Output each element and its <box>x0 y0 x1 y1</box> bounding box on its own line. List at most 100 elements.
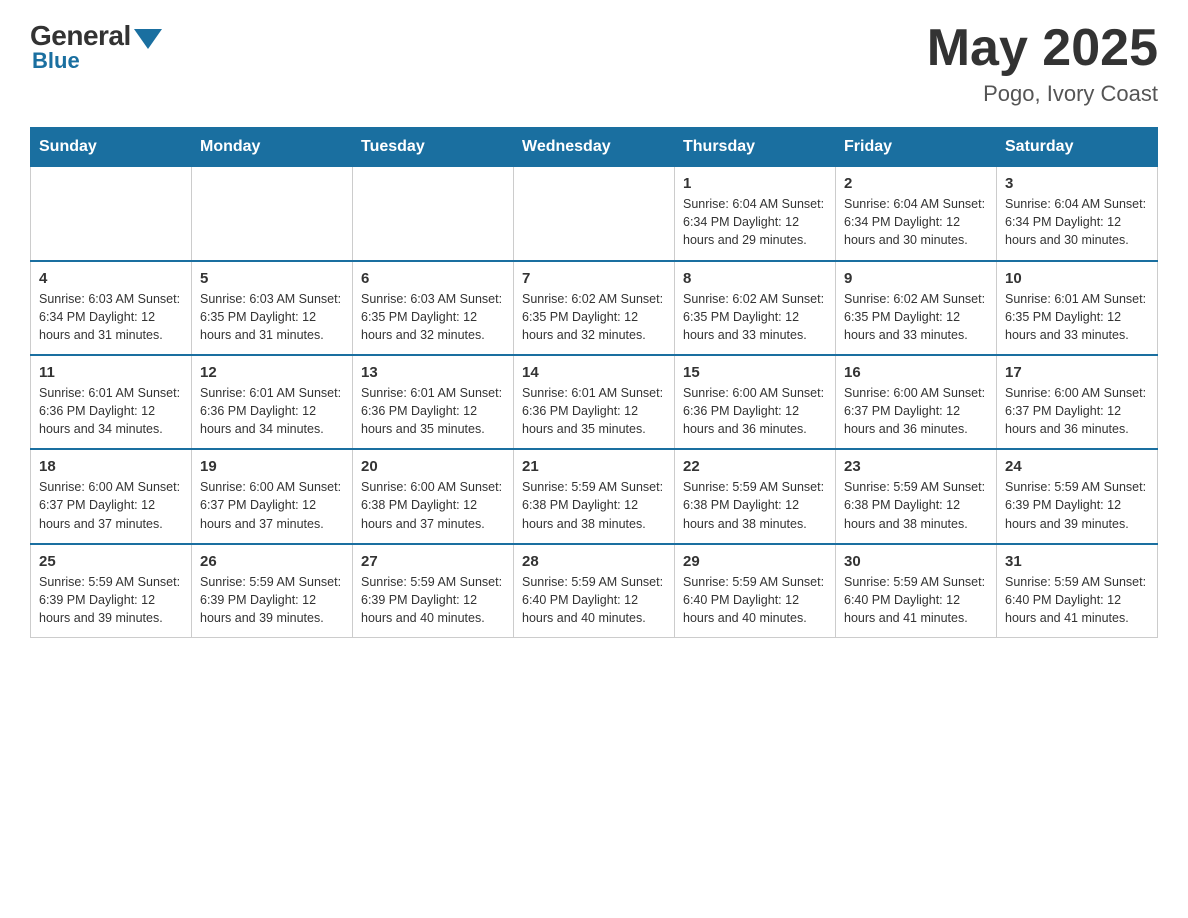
day-number: 1 <box>683 175 827 192</box>
day-info: Sunrise: 6:02 AM Sunset: 6:35 PM Dayligh… <box>522 290 666 344</box>
day-info: Sunrise: 6:00 AM Sunset: 6:36 PM Dayligh… <box>683 384 827 438</box>
day-info: Sunrise: 5:59 AM Sunset: 6:40 PM Dayligh… <box>1005 573 1149 627</box>
day-info: Sunrise: 5:59 AM Sunset: 6:38 PM Dayligh… <box>844 478 988 532</box>
day-number: 12 <box>200 364 344 381</box>
day-number: 2 <box>844 175 988 192</box>
day-info: Sunrise: 6:02 AM Sunset: 6:35 PM Dayligh… <box>844 290 988 344</box>
day-info: Sunrise: 6:04 AM Sunset: 6:34 PM Dayligh… <box>1005 195 1149 249</box>
day-number: 4 <box>39 270 183 287</box>
day-info: Sunrise: 6:01 AM Sunset: 6:36 PM Dayligh… <box>200 384 344 438</box>
calendar-cell: 13 Sunrise: 6:01 AM Sunset: 6:36 PM Dayli… <box>353 355 514 449</box>
day-number: 22 <box>683 458 827 475</box>
day-info: Sunrise: 6:03 AM Sunset: 6:35 PM Dayligh… <box>200 290 344 344</box>
month-year-title: May 2025 <box>927 20 1158 77</box>
day-number: 23 <box>844 458 988 475</box>
day-number: 25 <box>39 553 183 570</box>
logo: General Blue <box>30 20 162 74</box>
day-number: 13 <box>361 364 505 381</box>
calendar-cell: 25 Sunrise: 5:59 AM Sunset: 6:39 PM Dayli… <box>31 544 192 638</box>
calendar-week-1: 1 Sunrise: 6:04 AM Sunset: 6:34 PM Daylig… <box>31 167 1158 261</box>
day-info: Sunrise: 6:01 AM Sunset: 6:36 PM Dayligh… <box>522 384 666 438</box>
logo-blue-text: Blue <box>32 48 80 74</box>
calendar-cell: 31 Sunrise: 5:59 AM Sunset: 6:40 PM Dayli… <box>997 544 1158 638</box>
day-info: Sunrise: 6:00 AM Sunset: 6:37 PM Dayligh… <box>200 478 344 532</box>
page-header: General Blue May 2025 Pogo, Ivory Coast <box>30 20 1158 107</box>
calendar-cell: 21 Sunrise: 5:59 AM Sunset: 6:38 PM Dayli… <box>514 449 675 543</box>
calendar-cell: 6 Sunrise: 6:03 AM Sunset: 6:35 PM Daylig… <box>353 261 514 355</box>
day-info: Sunrise: 5:59 AM Sunset: 6:38 PM Dayligh… <box>522 478 666 532</box>
day-number: 8 <box>683 270 827 287</box>
day-number: 5 <box>200 270 344 287</box>
calendar-cell: 10 Sunrise: 6:01 AM Sunset: 6:35 PM Dayli… <box>997 261 1158 355</box>
title-section: May 2025 Pogo, Ivory Coast <box>927 20 1158 107</box>
col-thursday: Thursday <box>675 128 836 167</box>
calendar-cell: 16 Sunrise: 6:00 AM Sunset: 6:37 PM Dayli… <box>836 355 997 449</box>
calendar-week-3: 11 Sunrise: 6:01 AM Sunset: 6:36 PM Dayli… <box>31 355 1158 449</box>
col-wednesday: Wednesday <box>514 128 675 167</box>
calendar-week-5: 25 Sunrise: 5:59 AM Sunset: 6:39 PM Dayli… <box>31 544 1158 638</box>
calendar-header-row: Sunday Monday Tuesday Wednesday Thursday… <box>31 128 1158 167</box>
day-info: Sunrise: 5:59 AM Sunset: 6:39 PM Dayligh… <box>200 573 344 627</box>
day-number: 7 <box>522 270 666 287</box>
day-info: Sunrise: 5:59 AM Sunset: 6:40 PM Dayligh… <box>522 573 666 627</box>
day-number: 3 <box>1005 175 1149 192</box>
calendar-cell: 19Sunrise: 6:00 AM Sunset: 6:37 PM Dayli… <box>192 449 353 543</box>
day-number: 27 <box>361 553 505 570</box>
col-sunday: Sunday <box>31 128 192 167</box>
day-info: Sunrise: 5:59 AM Sunset: 6:38 PM Dayligh… <box>683 478 827 532</box>
calendar-cell: 29 Sunrise: 5:59 AM Sunset: 6:40 PM Dayli… <box>675 544 836 638</box>
calendar-cell: 9 Sunrise: 6:02 AM Sunset: 6:35 PM Daylig… <box>836 261 997 355</box>
day-number: 17 <box>1005 364 1149 381</box>
day-number: 31 <box>1005 553 1149 570</box>
col-saturday: Saturday <box>997 128 1158 167</box>
location-subtitle: Pogo, Ivory Coast <box>927 81 1158 107</box>
calendar-cell: 15 Sunrise: 6:00 AM Sunset: 6:36 PM Dayli… <box>675 355 836 449</box>
calendar-cell: 27 Sunrise: 5:59 AM Sunset: 6:39 PM Dayli… <box>353 544 514 638</box>
day-number: 10 <box>1005 270 1149 287</box>
day-info: Sunrise: 6:03 AM Sunset: 6:35 PM Dayligh… <box>361 290 505 344</box>
day-number: 26 <box>200 553 344 570</box>
day-number: 29 <box>683 553 827 570</box>
logo-triangle-icon <box>134 29 162 49</box>
day-number: 11 <box>39 364 183 381</box>
calendar-cell: 30 Sunrise: 5:59 AM Sunset: 6:40 PM Dayli… <box>836 544 997 638</box>
calendar-cell: 28 Sunrise: 5:59 AM Sunset: 6:40 PM Dayli… <box>514 544 675 638</box>
day-number: 24 <box>1005 458 1149 475</box>
day-number: 15 <box>683 364 827 381</box>
day-info: Sunrise: 5:59 AM Sunset: 6:39 PM Dayligh… <box>361 573 505 627</box>
calendar-cell: 7 Sunrise: 6:02 AM Sunset: 6:35 PM Daylig… <box>514 261 675 355</box>
day-info: Sunrise: 6:00 AM Sunset: 6:37 PM Dayligh… <box>844 384 988 438</box>
day-info: Sunrise: 6:01 AM Sunset: 6:35 PM Dayligh… <box>1005 290 1149 344</box>
day-number: 6 <box>361 270 505 287</box>
calendar-cell: 3 Sunrise: 6:04 AM Sunset: 6:34 PM Daylig… <box>997 167 1158 261</box>
col-monday: Monday <box>192 128 353 167</box>
day-number: 20 <box>361 458 505 475</box>
calendar-cell <box>353 167 514 261</box>
calendar-cell: 17 Sunrise: 6:00 AM Sunset: 6:37 PM Dayli… <box>997 355 1158 449</box>
calendar-week-4: 18 Sunrise: 6:00 AM Sunset: 6:37 PM Dayli… <box>31 449 1158 543</box>
calendar-cell: 23 Sunrise: 5:59 AM Sunset: 6:38 PM Dayli… <box>836 449 997 543</box>
calendar-table: Sunday Monday Tuesday Wednesday Thursday… <box>30 127 1158 638</box>
day-info: Sunrise: 6:00 AM Sunset: 6:37 PM Dayligh… <box>1005 384 1149 438</box>
day-info: Sunrise: 6:01 AM Sunset: 6:36 PM Dayligh… <box>39 384 183 438</box>
calendar-cell: 14Sunrise: 6:01 AM Sunset: 6:36 PM Dayli… <box>514 355 675 449</box>
day-info: Sunrise: 5:59 AM Sunset: 6:39 PM Dayligh… <box>39 573 183 627</box>
day-number: 16 <box>844 364 988 381</box>
calendar-cell <box>31 167 192 261</box>
day-info: Sunrise: 6:01 AM Sunset: 6:36 PM Dayligh… <box>361 384 505 438</box>
day-number: 18 <box>39 458 183 475</box>
day-info: Sunrise: 6:04 AM Sunset: 6:34 PM Dayligh… <box>844 195 988 249</box>
day-number: 9 <box>844 270 988 287</box>
calendar-cell: 1Sunrise: 6:04 AM Sunset: 6:34 PM Daylig… <box>675 167 836 261</box>
day-number: 30 <box>844 553 988 570</box>
calendar-cell: 26 Sunrise: 5:59 AM Sunset: 6:39 PM Dayli… <box>192 544 353 638</box>
calendar-cell: 12 Sunrise: 6:01 AM Sunset: 6:36 PM Dayli… <box>192 355 353 449</box>
calendar-cell: 24Sunrise: 5:59 AM Sunset: 6:39 PM Dayli… <box>997 449 1158 543</box>
day-info: Sunrise: 6:02 AM Sunset: 6:35 PM Dayligh… <box>683 290 827 344</box>
day-number: 21 <box>522 458 666 475</box>
calendar-week-2: 4 Sunrise: 6:03 AM Sunset: 6:34 PM Daylig… <box>31 261 1158 355</box>
day-info: Sunrise: 5:59 AM Sunset: 6:40 PM Dayligh… <box>683 573 827 627</box>
day-number: 28 <box>522 553 666 570</box>
day-info: Sunrise: 5:59 AM Sunset: 6:40 PM Dayligh… <box>844 573 988 627</box>
day-info: Sunrise: 6:03 AM Sunset: 6:34 PM Dayligh… <box>39 290 183 344</box>
